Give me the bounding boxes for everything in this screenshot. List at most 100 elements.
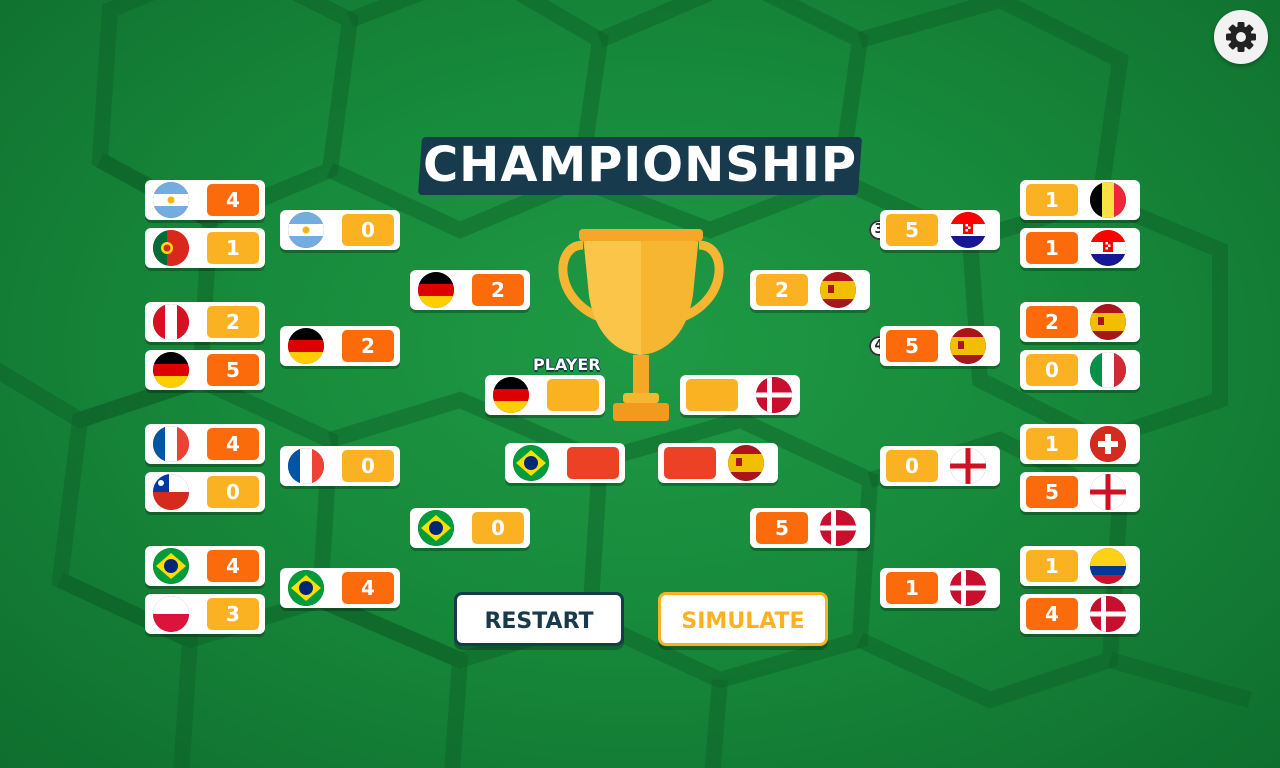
flag-portugal-icon [153, 230, 189, 266]
flag-france-icon [288, 448, 324, 484]
match-slot: 2 [1020, 302, 1140, 342]
score-box: 3 [207, 598, 259, 630]
match-slot: 0 [1020, 350, 1140, 390]
score-box: 0 [342, 214, 394, 246]
score-box: 1 [1026, 184, 1078, 216]
score-box: 4 [207, 184, 259, 216]
flag-croatia-icon [950, 212, 986, 248]
match-slot: 0 [410, 508, 530, 548]
flag-denmark-icon [1090, 596, 1126, 632]
flag-germany-icon [288, 328, 324, 364]
score-box [664, 447, 716, 479]
flag-spain-icon [950, 328, 986, 364]
flag-england-icon [950, 448, 986, 484]
third-place-left-slot[interactable] [505, 443, 625, 483]
match-slot: 1 [1020, 546, 1140, 586]
simulate-button[interactable]: SIMULATE [658, 592, 828, 646]
final-left-slot[interactable] [485, 375, 605, 415]
flag-brazil-icon [513, 445, 549, 481]
score-box: 0 [207, 476, 259, 508]
score-box: 0 [472, 512, 524, 544]
flag-brazil-icon [288, 570, 324, 606]
match-slot: 3 [145, 594, 265, 634]
match-slot: 4 [280, 568, 400, 608]
flag-brazil-icon [418, 510, 454, 546]
flag-chile-icon [153, 474, 189, 510]
match-slot: 4 [145, 424, 265, 464]
flag-switzerland-icon [1090, 426, 1126, 462]
score-box: 4 [1026, 598, 1078, 630]
match-slot: 5 [880, 210, 1000, 250]
match-slot: 0 [280, 210, 400, 250]
third-place-right-slot[interactable] [658, 443, 778, 483]
flag-england-icon [1090, 474, 1126, 510]
match-slot: 1 [1020, 180, 1140, 220]
score-box: 5 [1026, 476, 1078, 508]
flag-argentina-icon [153, 182, 189, 218]
final-right-slot[interactable] [680, 375, 800, 415]
match-slot: 4 [145, 546, 265, 586]
match-slot: 2 [410, 270, 530, 310]
flag-argentina-icon [288, 212, 324, 248]
settings-button[interactable] [1214, 10, 1268, 64]
match-slot: 5 [145, 350, 265, 390]
flag-denmark-icon [756, 377, 792, 413]
flag-spain-icon [728, 445, 764, 481]
match-slot: 5 [750, 508, 870, 548]
score-box: 1 [886, 572, 938, 604]
score-box: 1 [207, 232, 259, 264]
match-slot: 1 [1020, 424, 1140, 464]
match-slot: 4 [145, 180, 265, 220]
flag-germany-icon [418, 272, 454, 308]
flag-brazil-icon [153, 548, 189, 584]
flag-germany-icon [153, 352, 189, 388]
flag-croatia-icon [1090, 230, 1126, 266]
score-box [686, 379, 738, 411]
score-box: 4 [207, 428, 259, 460]
match-slot: 2 [280, 326, 400, 366]
gear-icon [1226, 22, 1256, 52]
match-slot: 1 [145, 228, 265, 268]
flag-belgium-icon [1090, 182, 1126, 218]
flag-denmark-icon [820, 510, 856, 546]
score-box: 2 [756, 274, 808, 306]
match-slot: 2 [750, 270, 870, 310]
page-title: CHAMPIONSHIP [422, 137, 858, 193]
score-box [547, 379, 599, 411]
match-slot: 0 [880, 446, 1000, 486]
match-slot: 1 [880, 568, 1000, 608]
score-box: 4 [342, 572, 394, 604]
restart-button[interactable]: RESTART [454, 592, 624, 646]
flag-italy-icon [1090, 352, 1126, 388]
flag-colombia-icon [1090, 548, 1126, 584]
score-box: 1 [1026, 232, 1078, 264]
score-box: 5 [886, 330, 938, 362]
player-label: PLAYER [533, 355, 601, 374]
match-slot: 5 [880, 326, 1000, 366]
flag-germany-icon [493, 377, 529, 413]
match-slot: 4 [1020, 594, 1140, 634]
score-box: 4 [207, 550, 259, 582]
score-box: 2 [1026, 306, 1078, 338]
score-box: 2 [342, 330, 394, 362]
flag-france-icon [153, 426, 189, 462]
score-box: 0 [342, 450, 394, 482]
score-box: 1 [1026, 550, 1078, 582]
score-box: 5 [756, 512, 808, 544]
match-slot: 1 [1020, 228, 1140, 268]
match-slot: 5 [1020, 472, 1140, 512]
score-box: 2 [472, 274, 524, 306]
score-box: 0 [1026, 354, 1078, 386]
score-box: 5 [886, 214, 938, 246]
score-box: 0 [886, 450, 938, 482]
match-slot: 0 [145, 472, 265, 512]
flag-peru-icon [153, 304, 189, 340]
score-box [567, 447, 619, 479]
match-slot: 2 [145, 302, 265, 342]
flag-spain-icon [820, 272, 856, 308]
flag-poland-icon [153, 596, 189, 632]
score-box: 5 [207, 354, 259, 386]
flag-denmark-icon [950, 570, 986, 606]
flag-spain-icon [1090, 304, 1126, 340]
match-slot: 0 [280, 446, 400, 486]
